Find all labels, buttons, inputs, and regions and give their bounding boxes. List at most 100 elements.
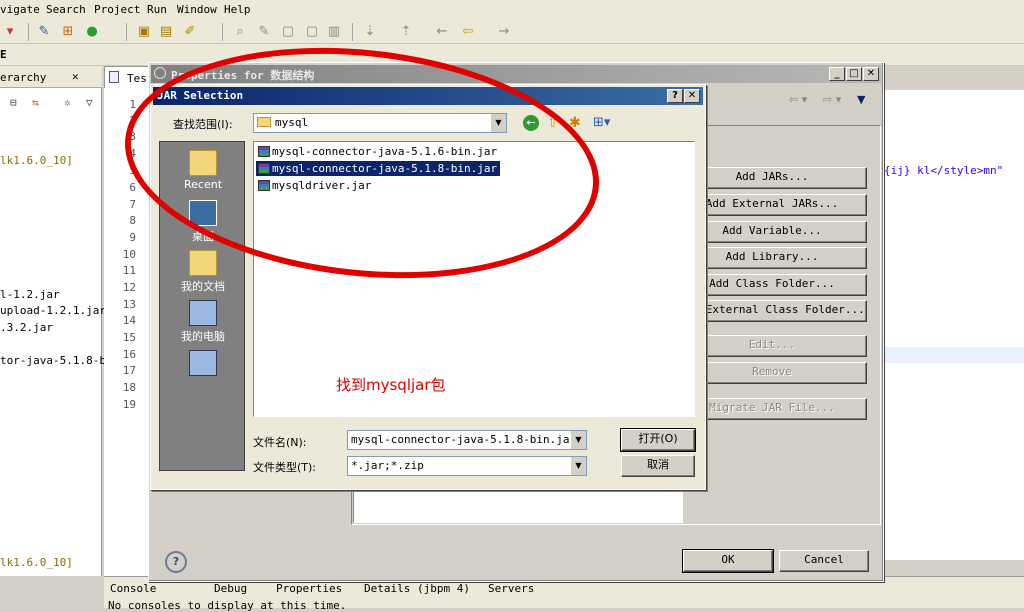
cancel-button[interactable]: 取消 <box>621 455 695 477</box>
menu-help[interactable]: Help <box>224 3 251 16</box>
editor-tab[interactable]: Tes <box>104 66 152 88</box>
next-annotation-icon[interactable]: ⇣ <box>362 24 378 40</box>
jar-selection-dialog: JAR Selection ? ✕ 查找范围(I): mysql ▼ ← ⇧ ✱… <box>150 84 706 490</box>
forward-icon[interactable]: → <box>496 24 512 40</box>
tree-item[interactable]: lk1.6.0_10] <box>0 154 73 167</box>
tab-servers[interactable]: Servers <box>488 582 534 595</box>
new-project-icon[interactable]: ✎ <box>36 24 52 40</box>
filename-input[interactable]: mysql-connector-java-5.1.8-bin.jar ▼ <box>347 430 587 450</box>
places-bar: Recent 桌面 我的文档 我的电脑 <box>159 141 245 471</box>
tree-item[interactable]: .3.2.jar <box>0 321 53 334</box>
file-item[interactable]: mysqldriver.jar <box>256 178 374 193</box>
up-folder-icon[interactable]: ⇧ <box>547 115 559 131</box>
place-computer[interactable]: 我的电脑 <box>160 300 246 344</box>
look-in-label: 查找范围(I): <box>173 118 233 131</box>
look-in-combo[interactable]: mysql ▼ <box>253 113 507 133</box>
jar-file-icon <box>258 163 270 174</box>
hierarchy-tab-title: erarchy <box>0 71 47 84</box>
menu-run[interactable]: Run <box>147 3 167 16</box>
chevron-down-icon[interactable]: ▼ <box>490 114 506 132</box>
place-recent[interactable]: Recent <box>160 150 246 191</box>
main-toolbar: ▾ ✎ ⊞ ● ▣ ▤ ✐ ⌕ ✎ ▢ ▢ ▥ ⇣ ⇡ ← ⇦ → <box>0 20 1024 44</box>
edit-icon[interactable]: ✎ <box>256 24 272 40</box>
close-button[interactable]: ✕ <box>684 89 700 103</box>
menu-project[interactable]: Project <box>94 3 140 16</box>
collapse-icon[interactable]: ⊟ <box>10 96 17 109</box>
folder-icon <box>257 117 271 127</box>
tab-details[interactable]: Details (jbpm 4) <box>364 582 470 595</box>
tree-item[interactable]: l-1.2.jar <box>0 288 60 301</box>
search-icon[interactable]: ⌕ <box>232 24 248 40</box>
link-icon[interactable]: ⇆ <box>32 96 39 109</box>
tree-item[interactable]: lk1.6.0_10] <box>0 556 73 569</box>
properties-title-bar: Properties for 数据结构 _ □ ✕ <box>151 65 881 83</box>
maximize-button[interactable]: □ <box>846 67 862 81</box>
close-button[interactable]: ✕ <box>863 67 879 81</box>
current-line-highlight <box>880 347 1024 363</box>
desktop-icon <box>189 200 217 226</box>
new-folder-icon[interactable]: ✱ <box>569 115 581 131</box>
code-area: {ij} kl</style>mn" <box>880 90 1024 560</box>
chevron-down-icon[interactable]: ▼ <box>570 457 586 475</box>
back-icon[interactable]: ← <box>523 115 539 131</box>
line-gutter: 1 2 3 4 5 6 7 8 9 10 11 12 13 14 15 16 1… <box>122 98 136 411</box>
dropdown-icon[interactable]: ▾ <box>2 24 18 40</box>
jar-file-icon <box>258 146 270 157</box>
jar-title-bar: JAR Selection ? ✕ <box>153 87 703 105</box>
menu-window[interactable]: Window <box>177 3 217 16</box>
clipboard-icon[interactable]: ▢ <box>280 24 296 40</box>
new-package-icon[interactable]: ⊞ <box>60 24 76 40</box>
filter-icon[interactable]: ✲ <box>64 96 71 109</box>
menu-navigate[interactable]: vigate <box>0 3 40 16</box>
help-icon[interactable]: ? <box>165 551 187 573</box>
tree-item[interactable]: upload-1.2.1.jar <box>0 304 106 317</box>
place-network[interactable] <box>160 350 246 378</box>
properties-title: Properties for 数据结构 <box>171 69 315 82</box>
place-desktop[interactable]: 桌面 <box>160 200 246 244</box>
network-icon <box>189 350 217 376</box>
cancel-button[interactable]: Cancel <box>779 550 869 572</box>
brush-icon[interactable]: ✐ <box>182 24 198 40</box>
open-button[interactable]: 打开(O) <box>620 428 696 452</box>
jar-dialog-title: JAR Selection <box>157 89 244 102</box>
filename-value: mysql-connector-java-5.1.8-bin.jar <box>351 433 577 446</box>
nav-forward-icon[interactable]: ⇨ ▾ <box>823 93 841 106</box>
hierarchy-tab[interactable]: erarchy ✕ ⊟ ⇆ ✲ ▽ <box>0 66 102 109</box>
minimize-button[interactable]: _ <box>829 67 845 81</box>
perspective-label: E <box>0 48 7 61</box>
filename-label: 文件名(N): <box>253 436 307 449</box>
help-button[interactable]: ? <box>667 89 683 103</box>
bookmark-icon[interactable]: ▥ <box>326 24 342 40</box>
prev-annotation-icon[interactable]: ⇡ <box>398 24 414 40</box>
open-folder-icon[interactable]: ▤ <box>158 24 174 40</box>
close-icon[interactable]: ✕ <box>72 70 79 83</box>
tab-debug[interactable]: Debug <box>214 582 247 595</box>
page-icon[interactable]: ▢ <box>304 24 320 40</box>
look-in-value: mysql <box>275 116 309 129</box>
window-icon <box>154 67 166 79</box>
menu-search[interactable]: Search <box>46 3 86 16</box>
view-menu-icon[interactable]: ⊞▾ <box>593 115 610 130</box>
tab-properties[interactable]: Properties <box>276 582 342 595</box>
code-line: {ij} kl</style>mn" <box>884 164 1004 177</box>
file-item-selected[interactable]: mysql-connector-java-5.1.8-bin.jar <box>254 160 502 177</box>
tab-console[interactable]: Console <box>110 582 156 595</box>
ok-button[interactable]: OK <box>682 549 774 573</box>
annotation-text: 找到mysqljar包 <box>336 376 446 394</box>
console-message: No consoles to display at this time. <box>108 599 347 612</box>
history-back-icon[interactable]: ⇦ <box>460 24 476 40</box>
new-class-icon[interactable]: ● <box>84 24 100 40</box>
file-item[interactable]: mysql-connector-java-5.1.6-bin.jar <box>256 144 500 159</box>
chevron-down-icon[interactable]: ▼ <box>570 431 586 449</box>
java-file-icon <box>109 71 119 83</box>
recent-icon <box>189 150 217 176</box>
back-icon[interactable]: ← <box>434 24 450 40</box>
nav-back-icon[interactable]: ⇦ ▾ <box>789 93 807 106</box>
tree-item[interactable]: tor-java-5.1.8-bi <box>0 354 113 367</box>
place-documents[interactable]: 我的文档 <box>160 250 246 294</box>
view-menu-icon[interactable]: ▼ <box>857 93 865 106</box>
filetype-value: *.jar;*.zip <box>351 459 424 472</box>
view-menu-icon[interactable]: ▽ <box>86 96 93 109</box>
open-type-icon[interactable]: ▣ <box>136 24 152 40</box>
filetype-select[interactable]: *.jar;*.zip ▼ <box>347 456 587 476</box>
